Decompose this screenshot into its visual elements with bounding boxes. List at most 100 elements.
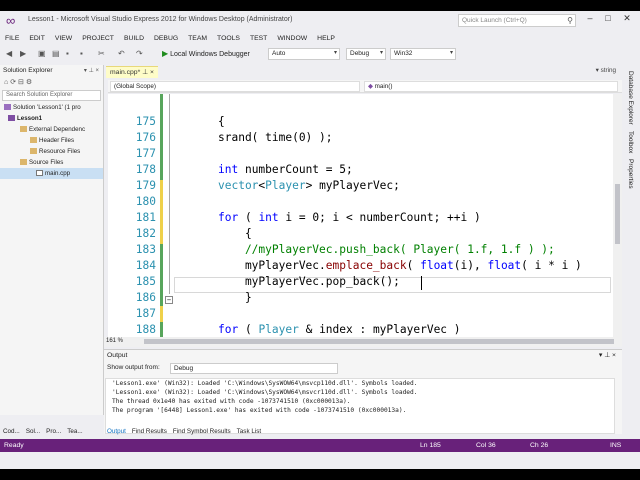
- menu-team[interactable]: TEAM: [183, 33, 212, 45]
- platform-select[interactable]: Win32 ▾: [390, 48, 456, 60]
- save-all-icon[interactable]: ▪: [80, 49, 83, 58]
- code-line: 175 {: [108, 114, 613, 130]
- code-line: 180: [108, 194, 613, 210]
- pin-icon[interactable]: ▾ ⊥ ×: [84, 65, 99, 77]
- tree-item-source-files[interactable]: Source Files: [0, 157, 103, 168]
- scope-select[interactable]: (Global Scope): [110, 81, 360, 92]
- code-editor[interactable]: − 175{ 176 srand( time(0) ); 177 178 int n…: [108, 94, 613, 337]
- back-icon[interactable]: ◀: [6, 49, 12, 58]
- code-line: 176 srand( time(0) );: [108, 130, 613, 146]
- output-panel: Output ▾ ⊥ × Show output from: Debug 'Les…: [104, 349, 622, 434]
- code-text: myPlayerVec.emplace_back( float(i), floa…: [218, 259, 582, 272]
- redo-icon[interactable]: ↷: [136, 49, 143, 58]
- open-file-icon[interactable]: ▤: [52, 49, 60, 58]
- editor-horizontal-scrollbar[interactable]: 161 %: [104, 337, 622, 347]
- collapse-all-icon[interactable]: ⊟: [18, 79, 24, 86]
- run-label: Local Windows Debugger: [170, 51, 250, 58]
- output-line: 'Lesson1.exe' (Win32): Loaded 'C:\Window…: [112, 389, 418, 396]
- text-caret: [421, 276, 422, 290]
- right-tool-strip: Database Explorer Toolbox Properties: [624, 65, 640, 415]
- tree-item-solution[interactable]: Solution 'Lesson1' (1 pro: [0, 102, 103, 113]
- zoom-level[interactable]: 161 %: [106, 338, 123, 344]
- menu-file[interactable]: FILE: [0, 33, 24, 45]
- configuration-select[interactable]: Debug ▾: [346, 48, 386, 60]
- output-line: The program '[6448] Lesson1.exe' has exi…: [112, 407, 407, 414]
- close-button[interactable]: ✕: [619, 13, 635, 24]
- undo-icon[interactable]: ↶: [118, 49, 125, 58]
- menu-view[interactable]: VIEW: [50, 33, 77, 45]
- tree-item-project[interactable]: Lesson1: [0, 113, 103, 124]
- start-debugging-button[interactable]: ▶ Local Windows Debugger: [162, 49, 250, 58]
- tab-main-cpp[interactable]: main.cpp* ⊥ ×: [106, 66, 158, 78]
- properties-icon[interactable]: ⚙: [26, 79, 32, 86]
- code-text: srand( time(0) );: [218, 131, 333, 144]
- menu-build[interactable]: BUILD: [119, 33, 149, 45]
- menu-tools[interactable]: TOOLS: [212, 33, 245, 45]
- maximize-button[interactable]: □: [600, 13, 616, 23]
- status-column: Col 36: [476, 442, 496, 449]
- vs-window: ∞ Lesson1 - Microsoft Visual Studio Expr…: [0, 11, 640, 469]
- toolbox-tab[interactable]: Toolbox: [627, 131, 634, 153]
- menu-project[interactable]: PROJECT: [77, 33, 119, 45]
- menu-edit[interactable]: EDIT: [24, 33, 49, 45]
- chevron-down-icon: ▾: [449, 50, 453, 56]
- tab-output[interactable]: Output: [104, 426, 129, 437]
- properties-tab[interactable]: Properties: [627, 159, 634, 189]
- tab-label: main.cpp*: [110, 69, 141, 76]
- solution-search-input[interactable]: Search Solution Explorer: [2, 90, 101, 101]
- menu-help[interactable]: HELP: [312, 33, 340, 45]
- code-text: int numberCount = 5;: [218, 163, 353, 176]
- tab-task-list[interactable]: Task List: [234, 426, 265, 437]
- database-explorer-tab[interactable]: Database Explorer: [627, 71, 634, 125]
- tab-find-symbol-results[interactable]: Find Symbol Results: [170, 426, 234, 437]
- tab-overflow-select[interactable]: ▾ string: [596, 67, 616, 74]
- code-line: 181 for ( int i = 0; i < numberCount; ++i…: [108, 210, 613, 226]
- tree-item-main-cpp[interactable]: main.cpp: [0, 168, 103, 179]
- code-line: 177: [108, 146, 613, 162]
- forward-icon[interactable]: ▶: [20, 49, 26, 58]
- save-icon[interactable]: ▪: [66, 49, 69, 58]
- refresh-icon[interactable]: ⟳: [10, 79, 16, 86]
- quick-launch-input[interactable]: Quick Launch (Ctrl+Q) ⚲: [458, 14, 576, 27]
- tree-item-label: Solution 'Lesson1' (1 pro: [13, 104, 81, 111]
- search-icon: ⚲: [567, 16, 573, 25]
- tab-find-results[interactable]: Find Results: [129, 426, 170, 437]
- close-icon[interactable]: ×: [150, 69, 154, 76]
- line-number: 182: [135, 227, 156, 240]
- output-source-label: Show output from:: [107, 364, 160, 371]
- tree-item-header-files[interactable]: Header Files: [0, 135, 103, 146]
- solution-icon: [4, 104, 11, 110]
- menu-window[interactable]: WINDOW: [272, 33, 312, 45]
- home-icon[interactable]: ⌂: [4, 79, 8, 86]
- chevron-down-icon: ▾: [595, 67, 599, 74]
- tree-item-label: Source Files: [29, 159, 64, 166]
- minimize-button[interactable]: –: [582, 13, 598, 23]
- tree-item-resource-files[interactable]: Resource Files: [0, 146, 103, 157]
- output-source-select[interactable]: Debug: [170, 363, 338, 374]
- scroll-thumb[interactable]: [615, 184, 620, 244]
- tab-team-explorer[interactable]: Tea...: [64, 426, 85, 437]
- debugger-mode-value: Auto: [272, 50, 286, 57]
- folder-icon: [20, 126, 27, 132]
- scroll-thumb[interactable]: [144, 339, 614, 344]
- code-text: for ( int i = 0; i < numberCount; ++i ): [218, 211, 481, 224]
- pin-icon[interactable]: ▾ ⊥ ×: [599, 350, 616, 361]
- function-select[interactable]: ◆ main(): [364, 81, 618, 92]
- pin-icon[interactable]: ⊥: [142, 69, 148, 76]
- code-line: 184 myPlayerVec.emplace_back( float(i), …: [108, 258, 613, 274]
- menu-test[interactable]: TEST: [245, 33, 272, 45]
- status-insert-mode: INS: [610, 442, 622, 449]
- window-title: Lesson1 - Microsoft Visual Studio Expres…: [28, 16, 293, 23]
- tab-property-manager[interactable]: Pro...: [43, 426, 64, 437]
- code-line: 178 int numberCount = 5;: [108, 162, 613, 178]
- cut-icon[interactable]: ✂: [98, 49, 105, 58]
- tab-solution-explorer[interactable]: Sol...: [23, 426, 43, 437]
- menu-debug[interactable]: DEBUG: [149, 33, 183, 45]
- tree-item-external-dependencies[interactable]: External Dependenc: [0, 124, 103, 135]
- title-bar: ∞ Lesson1 - Microsoft Visual Studio Expr…: [0, 11, 640, 31]
- code-text: {: [218, 227, 252, 240]
- editor-vertical-scrollbar[interactable]: [613, 94, 622, 337]
- tab-code-definition[interactable]: Cod...: [0, 426, 23, 437]
- debugger-mode-select[interactable]: Auto ▾: [268, 48, 340, 60]
- new-project-icon[interactable]: ▣: [38, 49, 46, 58]
